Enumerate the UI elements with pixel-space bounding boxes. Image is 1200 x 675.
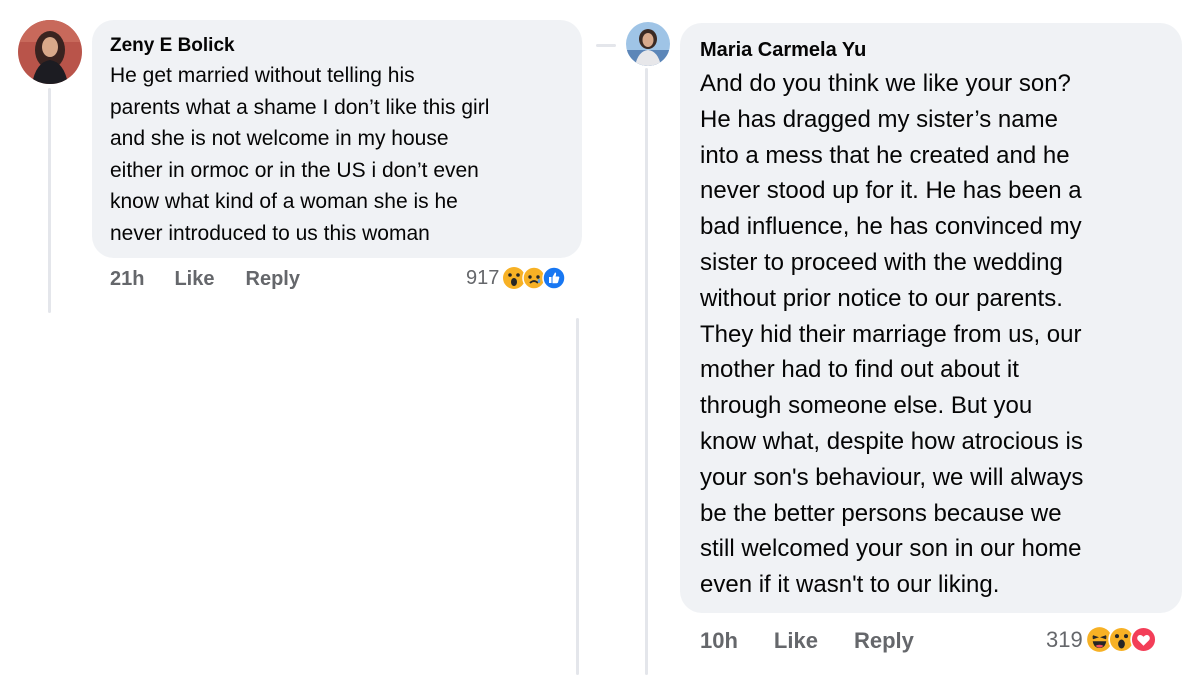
comment-actions: 10h Like Reply xyxy=(700,628,914,654)
thread-connector xyxy=(596,44,616,47)
comment-text: And do you think we like your son? He ha… xyxy=(700,70,1084,599)
reply-button[interactable]: Reply xyxy=(246,268,300,291)
love-icon xyxy=(1130,626,1157,653)
comment-author[interactable]: Maria Carmela Yu xyxy=(700,37,1166,63)
comment-author[interactable]: Zeny E Bolick xyxy=(110,34,566,58)
comment-actions: 21h Like Reply xyxy=(110,268,300,291)
reaction-count: 319 xyxy=(1046,626,1083,652)
like-button[interactable]: Like xyxy=(774,628,818,654)
reactions-summary[interactable]: 319 xyxy=(1046,626,1157,653)
comment-bubble: Zeny E Bolick He get married without tel… xyxy=(92,20,582,258)
like-button[interactable]: Like xyxy=(174,268,214,291)
thread-line xyxy=(645,68,648,675)
comment-bubble: Maria Carmela Yu And do you think we lik… xyxy=(680,23,1182,613)
comment-timestamp[interactable]: 21h xyxy=(110,268,144,291)
avatar[interactable] xyxy=(18,20,82,84)
thread-line xyxy=(576,318,579,675)
reply-button[interactable]: Reply xyxy=(854,628,914,654)
reaction-count: 917 xyxy=(466,266,500,289)
avatar[interactable] xyxy=(626,22,670,66)
reactions-summary[interactable]: 917 xyxy=(466,266,567,290)
comment-text: He get married without telling his paren… xyxy=(110,64,490,245)
thread-line xyxy=(48,88,51,313)
comment-timestamp[interactable]: 10h xyxy=(700,628,738,654)
like-icon xyxy=(542,266,567,290)
